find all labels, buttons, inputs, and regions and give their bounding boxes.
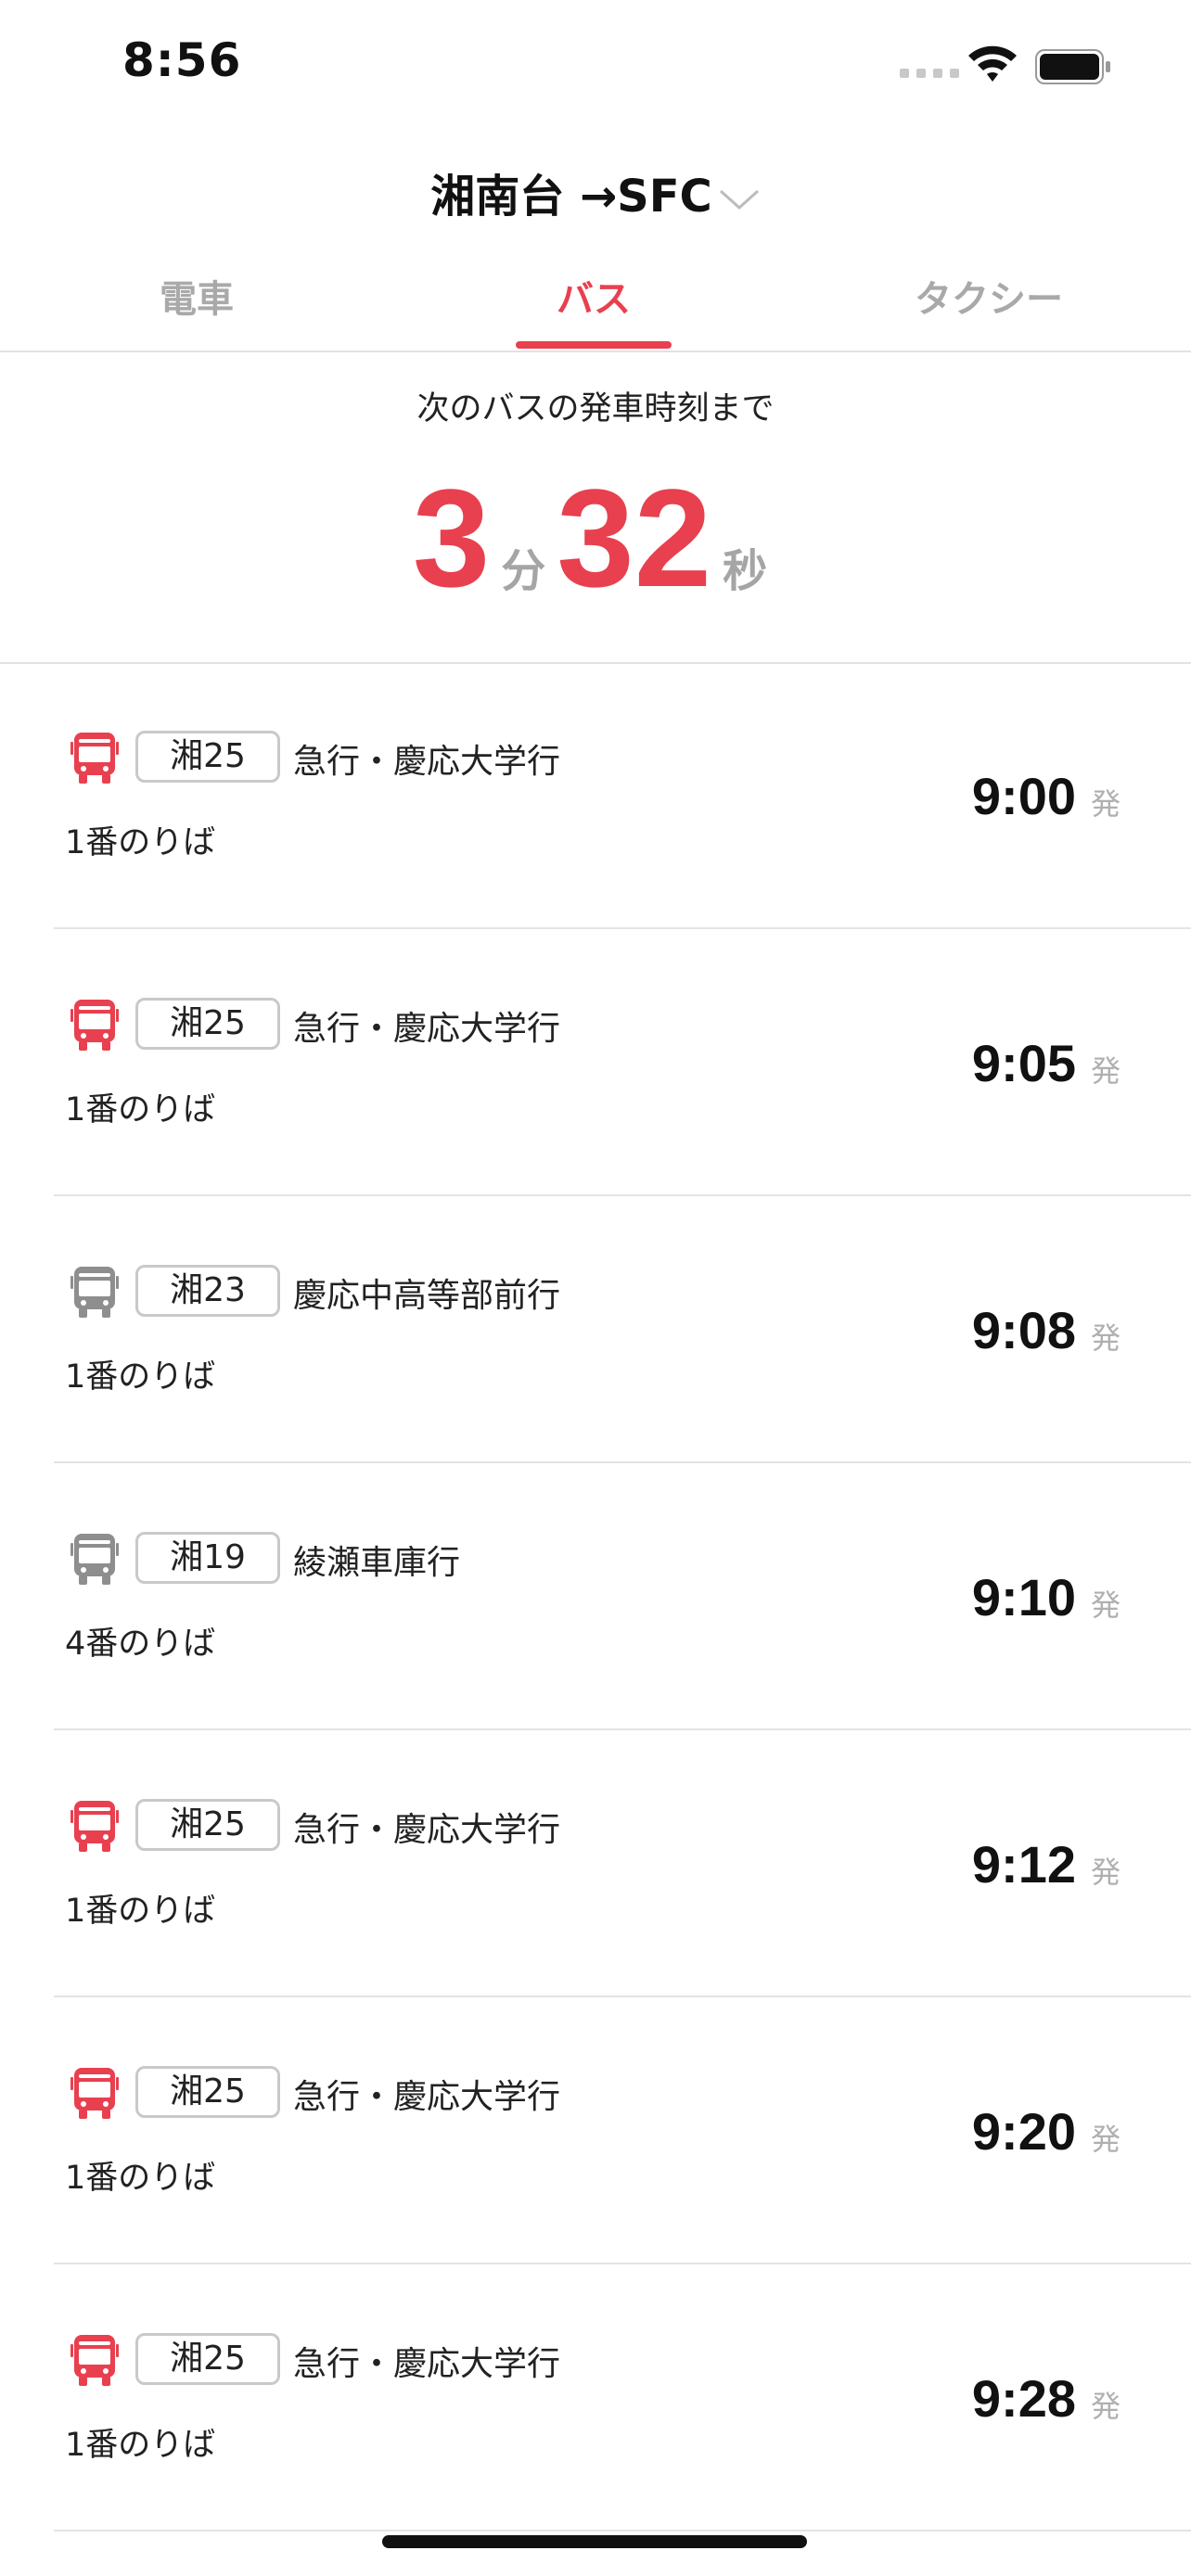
platform-label: 1番のりば bbox=[65, 2427, 216, 2464]
route-number-badge: 湘19 bbox=[135, 1532, 280, 1584]
bus-icon bbox=[70, 1534, 119, 1585]
list-item[interactable]: 湘19 綾瀬車庫行 4番のりば 9:10 発 bbox=[0, 1463, 1191, 1730]
destination-label: 急行・慶応大学行 bbox=[293, 2345, 561, 2383]
list-item[interactable]: 湘25 急行・慶応大学行 1番のりば 9:28 発 bbox=[0, 2264, 1191, 2531]
bus-icon bbox=[70, 1267, 119, 1318]
tab-train[interactable]: 電車 bbox=[58, 269, 336, 323]
destination-label: 急行・慶応大学行 bbox=[293, 1811, 561, 1849]
list-item[interactable]: 湘25 急行・慶応大学行 1番のりば 9:00 発 bbox=[0, 662, 1191, 929]
wifi-icon bbox=[968, 45, 1017, 82]
departure-suffix: 発 bbox=[1090, 2389, 1121, 2424]
countdown-minutes: 3 bbox=[412, 460, 491, 616]
chevron-down-icon bbox=[719, 189, 759, 210]
route-title: 湘南台 →SFC bbox=[430, 171, 712, 223]
status-time: 8:56 bbox=[122, 33, 242, 87]
departure-time: 9:05 bbox=[971, 1034, 1076, 1092]
departure-suffix: 発 bbox=[1090, 2122, 1121, 2157]
departure-time: 9:00 bbox=[971, 767, 1076, 825]
seconds-unit: 秒 bbox=[723, 545, 768, 597]
tabs-divider bbox=[0, 351, 1191, 352]
countdown-caption: 次のバスの発車時刻まで bbox=[416, 390, 775, 427]
platform-label: 4番のりば bbox=[65, 1626, 216, 1663]
bus-icon bbox=[70, 1801, 119, 1852]
countdown: 3 分32 秒 bbox=[0, 468, 1191, 607]
destination-label: 慶応中高等部前行 bbox=[293, 1277, 561, 1315]
departure-suffix: 発 bbox=[1090, 1053, 1121, 1089]
bus-icon bbox=[70, 2068, 119, 2119]
destination-label: 急行・慶応大学行 bbox=[293, 1010, 561, 1048]
tab-bus[interactable]: バス bbox=[455, 269, 733, 323]
departure-suffix: 発 bbox=[1090, 1855, 1121, 1890]
route-number-badge: 湘25 bbox=[135, 1799, 280, 1851]
destination-label: 綾瀬車庫行 bbox=[293, 1544, 461, 1582]
list-item[interactable]: 湘23 慶応中高等部前行 1番のりば 9:08 発 bbox=[0, 1196, 1191, 1463]
platform-label: 1番のりば bbox=[65, 2160, 216, 2197]
departure-suffix: 発 bbox=[1090, 1320, 1121, 1356]
platform-label: 1番のりば bbox=[65, 1358, 216, 1396]
route-number-badge: 湘25 bbox=[135, 998, 280, 1050]
destination-label: 急行・慶応大学行 bbox=[293, 2078, 561, 2116]
route-number-badge: 湘25 bbox=[135, 2066, 280, 2118]
route-number-badge: 湘23 bbox=[135, 1265, 280, 1317]
transport-tabs: 電車 バス タクシー bbox=[0, 260, 1191, 352]
platform-label: 1番のりば bbox=[65, 1091, 216, 1129]
bus-icon bbox=[70, 1000, 119, 1051]
platform-label: 1番のりば bbox=[65, 824, 216, 861]
departure-time: 9:28 bbox=[971, 2369, 1076, 2428]
departure-time: 9:08 bbox=[971, 1301, 1076, 1359]
list-item[interactable]: 湘25 急行・慶応大学行 1番のりば 9:20 発 bbox=[0, 1997, 1191, 2264]
route-number-badge: 湘25 bbox=[135, 2333, 280, 2385]
platform-label: 1番のりば bbox=[65, 1893, 216, 1930]
minutes-unit: 分 bbox=[501, 545, 546, 597]
countdown-seconds: 32 bbox=[557, 460, 712, 616]
status-bar: 8:56 bbox=[0, 0, 1191, 130]
departure-list: 湘25 急行・慶応大学行 1番のりば 9:00 発 湘25 急行・慶応大学行 1… bbox=[0, 662, 1191, 2531]
bus-icon bbox=[70, 2335, 119, 2386]
departure-suffix: 発 bbox=[1090, 786, 1121, 822]
departure-time: 9:12 bbox=[971, 1835, 1076, 1894]
route-number-badge: 湘25 bbox=[135, 731, 280, 783]
cellular-signal-icon bbox=[900, 69, 959, 78]
home-indicator bbox=[382, 2535, 807, 2548]
list-item[interactable]: 湘25 急行・慶応大学行 1番のりば 9:12 発 bbox=[0, 1730, 1191, 1997]
list-item[interactable]: 湘25 急行・慶応大学行 1番のりば 9:05 発 bbox=[0, 929, 1191, 1196]
bus-icon bbox=[70, 733, 119, 784]
departure-time: 9:20 bbox=[971, 2102, 1076, 2161]
departure-suffix: 発 bbox=[1090, 1588, 1121, 1623]
destination-label: 急行・慶応大学行 bbox=[293, 743, 561, 781]
row-divider bbox=[54, 2530, 1191, 2531]
route-selector[interactable]: 湘南台 →SFC bbox=[0, 159, 1191, 224]
battery-icon bbox=[1035, 49, 1110, 84]
tab-taxi[interactable]: タクシー bbox=[850, 269, 1128, 323]
active-tab-indicator bbox=[516, 341, 672, 349]
departure-time: 9:10 bbox=[971, 1568, 1076, 1626]
